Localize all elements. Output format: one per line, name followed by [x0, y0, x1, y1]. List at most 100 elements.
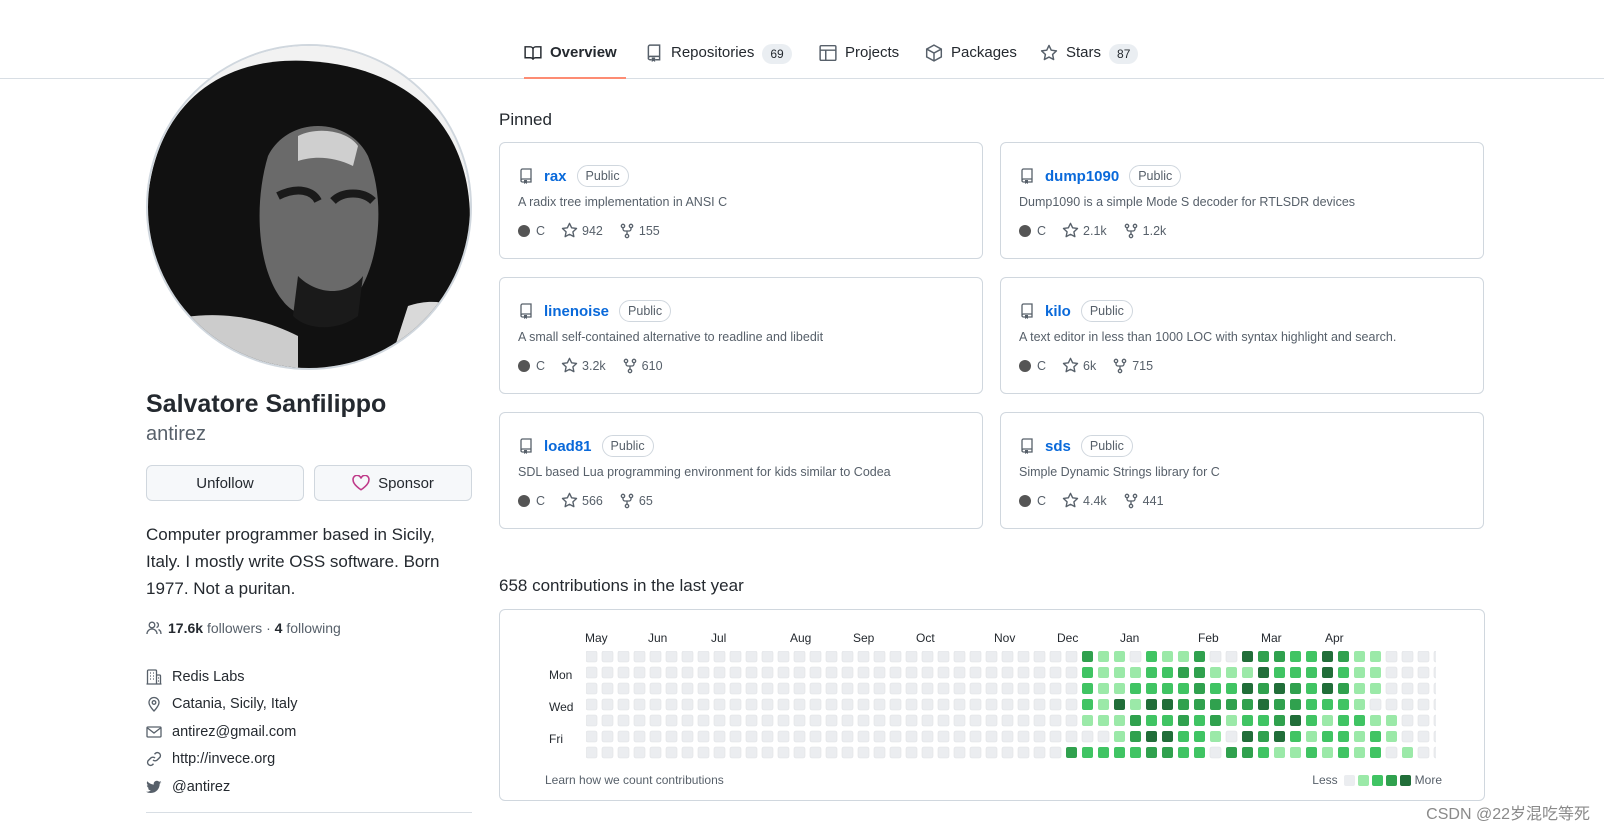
contribution-day[interactable] [1114, 731, 1125, 742]
contribution-day[interactable] [1033, 714, 1046, 727]
contribution-day[interactable] [697, 651, 710, 663]
contribution-day[interactable] [1322, 683, 1333, 694]
contribution-day[interactable] [1385, 698, 1398, 711]
contribution-day[interactable] [1146, 731, 1157, 742]
contribution-day[interactable] [937, 698, 950, 711]
contribution-day[interactable] [921, 698, 934, 711]
contribution-day[interactable] [1049, 730, 1062, 743]
contribution-day[interactable] [1210, 715, 1221, 726]
contribution-day[interactable] [1290, 731, 1301, 742]
contribution-day[interactable] [1274, 683, 1285, 694]
contribution-day[interactable] [1178, 683, 1189, 694]
contribution-day[interactable] [1066, 747, 1077, 758]
contribution-day[interactable] [1274, 747, 1285, 758]
contribution-day[interactable] [1354, 747, 1365, 758]
contribution-day[interactable] [873, 698, 886, 711]
contribution-day[interactable] [713, 746, 726, 759]
contribution-day[interactable] [1433, 730, 1436, 743]
contribution-day[interactable] [857, 651, 870, 663]
contribution-day[interactable] [1065, 651, 1078, 663]
contribution-day[interactable] [1401, 714, 1414, 727]
contribution-day[interactable] [1354, 683, 1365, 694]
contribution-day[interactable] [1354, 715, 1365, 726]
contribution-day[interactable] [1210, 699, 1221, 710]
contribution-day[interactable] [761, 730, 774, 743]
contribution-day[interactable] [905, 698, 918, 711]
contribution-day[interactable] [649, 666, 662, 679]
contribution-day[interactable] [745, 730, 758, 743]
contribution-day[interactable] [937, 730, 950, 743]
contribution-day[interactable] [1162, 667, 1173, 678]
contribution-day[interactable] [1433, 682, 1436, 695]
contribution-day[interactable] [1290, 683, 1301, 694]
contribution-day[interactable] [1097, 730, 1110, 743]
contribution-day[interactable] [1082, 715, 1093, 726]
tab-repositories[interactable]: Repositories 69 [645, 38, 792, 79]
contribution-day[interactable] [1433, 651, 1436, 663]
contribution-day[interactable] [809, 698, 822, 711]
contribution-day[interactable] [969, 698, 982, 711]
contribution-day[interactable] [617, 730, 630, 743]
contribution-day[interactable] [649, 698, 662, 711]
contribution-day[interactable] [777, 698, 790, 711]
contribution-day[interactable] [1017, 746, 1030, 759]
contribution-day[interactable] [1194, 715, 1205, 726]
contribution-day[interactable] [873, 730, 886, 743]
contribution-day[interactable] [1242, 699, 1253, 710]
contribution-day[interactable] [665, 698, 678, 711]
contribution-day[interactable] [889, 714, 902, 727]
contribution-day[interactable] [1386, 715, 1397, 726]
contribution-day[interactable] [1049, 714, 1062, 727]
contribution-day[interactable] [713, 666, 726, 679]
contribution-day[interactable] [761, 698, 774, 711]
contribution-day[interactable] [1082, 667, 1093, 678]
contribution-day[interactable] [1258, 731, 1269, 742]
contribution-day[interactable] [1114, 699, 1125, 710]
contribution-day[interactable] [649, 682, 662, 695]
contribution-day[interactable] [586, 714, 598, 727]
contribution-day[interactable] [1098, 651, 1109, 662]
contribution-day[interactable] [1258, 699, 1269, 710]
contribution-day[interactable] [793, 651, 806, 663]
contribution-day[interactable] [1369, 698, 1382, 711]
repo-name-link[interactable]: sds [1045, 438, 1071, 455]
contribution-day[interactable] [1146, 667, 1157, 678]
contribution-day[interactable] [761, 651, 774, 663]
contribution-day[interactable] [713, 682, 726, 695]
contribution-day[interactable] [633, 682, 646, 695]
twitter-link[interactable]: @antirez [172, 779, 230, 795]
contribution-day[interactable] [1274, 667, 1285, 678]
contribution-day[interactable] [1017, 651, 1030, 663]
contribution-day[interactable] [1194, 747, 1205, 758]
contribution-day[interactable] [1162, 747, 1173, 758]
contribution-day[interactable] [1017, 682, 1030, 695]
contribution-day[interactable] [1386, 731, 1397, 742]
contribution-day[interactable] [1049, 746, 1062, 759]
contribution-day[interactable] [1146, 651, 1157, 662]
contribution-day[interactable] [1226, 699, 1237, 710]
contribution-day[interactable] [633, 651, 646, 663]
contribution-day[interactable] [809, 651, 822, 663]
contribution-day[interactable] [1433, 746, 1436, 759]
contribution-day[interactable] [1081, 730, 1094, 743]
contribution-day[interactable] [1065, 682, 1078, 695]
contribution-day[interactable] [825, 666, 838, 679]
contribution-day[interactable] [1049, 682, 1062, 695]
contribution-day[interactable] [665, 746, 678, 759]
contribution-day[interactable] [1274, 651, 1285, 662]
contribution-day[interactable] [1322, 747, 1333, 758]
contribution-day[interactable] [1017, 730, 1030, 743]
contribution-day[interactable] [1209, 746, 1222, 759]
contribution-day[interactable] [586, 666, 598, 679]
contribution-day[interactable] [745, 651, 758, 663]
contribution-day[interactable] [1306, 699, 1317, 710]
contribution-day[interactable] [1210, 667, 1221, 678]
contribution-day[interactable] [586, 682, 598, 695]
contribution-day[interactable] [985, 666, 998, 679]
contribution-day[interactable] [745, 746, 758, 759]
contribution-day[interactable] [1001, 651, 1014, 663]
contribution-day[interactable] [649, 730, 662, 743]
contribution-day[interactable] [1306, 715, 1317, 726]
contribution-day[interactable] [1194, 667, 1205, 678]
contribution-day[interactable] [1065, 698, 1078, 711]
